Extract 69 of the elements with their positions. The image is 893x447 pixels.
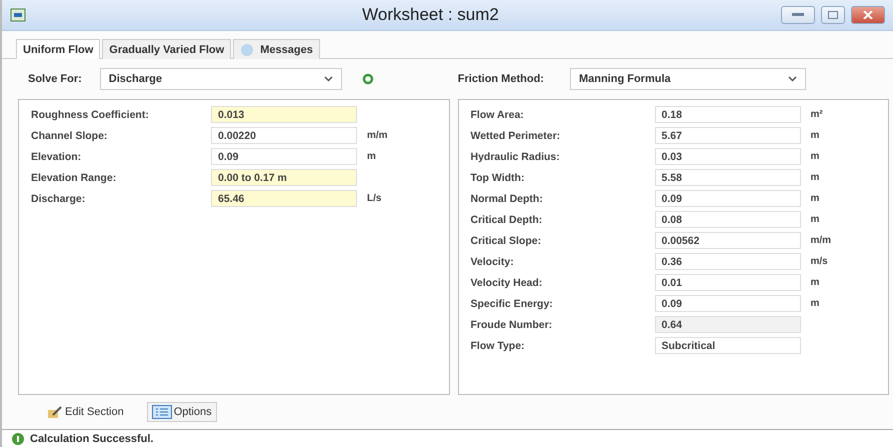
unit-label: m [810, 172, 820, 183]
input-field[interactable]: 0.18 [654, 106, 800, 123]
unit-label: m [810, 277, 820, 288]
unit-label: m/m [367, 130, 388, 141]
unit-label: m/m [810, 235, 832, 246]
field-label: Wetted Perimeter: [470, 130, 562, 142]
toolbar-button[interactable]: Options [146, 402, 217, 422]
field-label: Flow Type: [470, 340, 526, 352]
field-label: Velocity: [470, 256, 515, 268]
input-field[interactable]: Subcritical [654, 337, 800, 354]
unit-label: m [810, 193, 820, 204]
chevron-icon [324, 76, 333, 82]
app-icon [10, 8, 26, 22]
pencil-icon [47, 405, 63, 419]
input-field[interactable]: 0.00562 [654, 232, 800, 249]
input-field[interactable]: 0.09 [211, 148, 357, 165]
field-label: Critical Depth: [470, 214, 544, 226]
friction-method-dropdown[interactable]: Manning Formula [570, 68, 806, 90]
close-button[interactable] [851, 6, 885, 24]
field-label: Channel Slope: [31, 130, 108, 142]
maximize-icon [828, 11, 838, 19]
unit-label: m [810, 298, 820, 309]
close-icon [863, 11, 873, 19]
input-field[interactable]: 0.00 to 0.17 m [211, 169, 357, 186]
field-label: Normal Depth: [470, 192, 544, 204]
minimize-button[interactable] [781, 6, 815, 24]
unit-label: m [810, 130, 820, 141]
friction-method-label: Friction Method: [458, 73, 544, 85]
input-field[interactable]: 0.013 [211, 106, 357, 123]
input-field[interactable]: 0.01 [654, 274, 800, 291]
input-field[interactable]: 0.64 [654, 316, 800, 333]
tab[interactable]: Messages [233, 39, 320, 59]
field-label: Critical Slope: [470, 234, 542, 246]
unit-label: m² [810, 109, 823, 120]
field-label: Top Width: [470, 172, 526, 184]
field-label: Flow Area: [470, 108, 525, 120]
tab[interactable]: Uniform Flow [16, 39, 100, 59]
field-label: Hydraulic Radius: [470, 150, 561, 162]
field-label: Roughness Coefficient: [31, 108, 150, 120]
list-icon [152, 405, 172, 419]
unit-label: m [810, 214, 820, 225]
input-field[interactable]: 0.08 [654, 211, 800, 228]
field-label: Specific Energy: [470, 298, 554, 310]
input-field[interactable]: 0.03 [654, 148, 800, 165]
field-label: Elevation: [31, 150, 82, 162]
unit-label: m/s [810, 256, 828, 267]
field-label: Velocity Head: [470, 276, 544, 288]
field-label: Froude Number: [470, 318, 554, 330]
field-label: Elevation Range: [31, 172, 118, 184]
input-field[interactable]: 0.09 [654, 190, 800, 207]
minimize-icon [792, 13, 804, 17]
input-field[interactable]: 65.46 [211, 190, 357, 207]
unit-label: m [367, 151, 376, 162]
input-field[interactable]: 5.67 [654, 127, 800, 144]
tab[interactable]: Gradually Varied Flow [102, 39, 232, 59]
window-title: Worksheet : sum2 [361, 5, 500, 25]
unit-label: m [810, 151, 820, 162]
unit-label: L/s [367, 193, 382, 204]
input-field[interactable]: 0.00220 [211, 127, 357, 144]
chevron-icon [788, 76, 797, 82]
field-label: Discharge: [31, 192, 86, 204]
maximize-button[interactable] [821, 6, 845, 24]
status-text: Calculation Successful. [30, 432, 154, 444]
input-field[interactable]: 5.58 [654, 169, 800, 186]
solve-for-label: Solve For: [28, 73, 82, 85]
input-field[interactable]: 0.09 [654, 295, 800, 312]
input-field[interactable]: 0.36 [654, 253, 800, 270]
toolbar-button[interactable]: Edit Section [42, 402, 129, 422]
solve-for-dropdown[interactable]: Discharge [100, 68, 342, 90]
